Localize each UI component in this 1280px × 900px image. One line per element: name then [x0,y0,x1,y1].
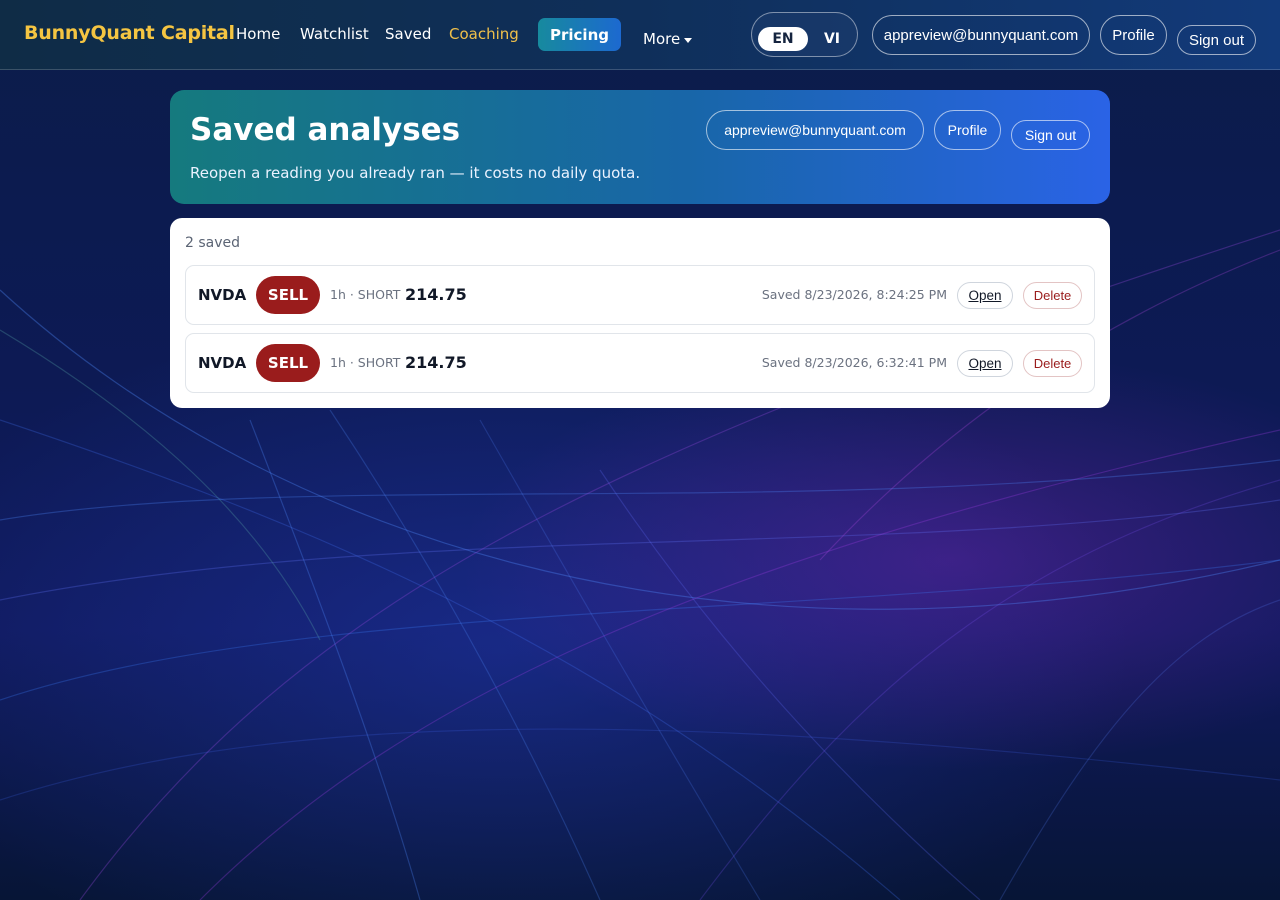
nav-coaching[interactable]: Coaching [449,25,519,43]
list-item: NVDA SELL 1h · SHORT 214.75 Saved 8/23/2… [185,333,1095,393]
more-menu[interactable]: More [643,30,693,48]
hero-signout-button[interactable]: Sign out [1011,120,1090,150]
saved-count: 2 saved [185,235,241,251]
brand-logo[interactable]: BunnyQuant Capital [24,22,235,44]
nav-home[interactable]: Home [236,25,280,43]
lang-en-button[interactable]: EN [758,27,808,51]
open-button[interactable]: Open [957,282,1013,309]
page-subtitle: Reopen a reading you already ran — it co… [190,164,641,182]
saved-timestamp: Saved 8/23/2026, 8:24:25 PM [761,287,947,302]
ticker-symbol: NVDA [198,354,247,372]
delete-button[interactable]: Delete [1023,350,1082,377]
more-menu-label: More [643,30,681,48]
nav-saved[interactable]: Saved [385,25,431,43]
hero-profile-button[interactable]: Profile [934,110,1001,150]
chevron-down-icon [684,37,693,43]
nav-email-button[interactable]: appreview@bunnyquant.com [872,15,1090,55]
hero-email-button[interactable]: appreview@bunnyquant.com [706,110,924,150]
page-title: Saved analyses [190,112,461,148]
saved-timestamp: Saved 8/23/2026, 6:32:41 PM [761,355,947,370]
list-item: NVDA SELL 1h · SHORT 214.75 Saved 8/23/2… [185,265,1095,325]
timeframe-meta: 1h · SHORT [330,355,401,370]
price-value: 214.75 [405,285,467,304]
top-navigation-bar: BunnyQuant Capital Home Watchlist Saved … [0,0,1280,70]
language-toggle: EN VI [751,12,858,57]
pricing-button[interactable]: Pricing [538,18,621,51]
saved-analyses-header: Saved analyses Reopen a reading you alre… [170,90,1110,204]
ticker-symbol: NVDA [198,286,247,304]
signal-badge: SELL [256,344,320,382]
open-button[interactable]: Open [957,350,1013,377]
signal-badge: SELL [256,276,320,314]
nav-signout-button[interactable]: Sign out [1177,25,1256,55]
lang-vi-button[interactable]: VI [818,27,846,51]
saved-list-panel: 2 saved NVDA SELL 1h · SHORT 214.75 Save… [170,218,1110,408]
nav-watchlist[interactable]: Watchlist [300,25,369,43]
timeframe-meta: 1h · SHORT [330,287,401,302]
delete-button[interactable]: Delete [1023,282,1082,309]
nav-profile-button[interactable]: Profile [1100,15,1167,55]
price-value: 214.75 [405,353,467,372]
